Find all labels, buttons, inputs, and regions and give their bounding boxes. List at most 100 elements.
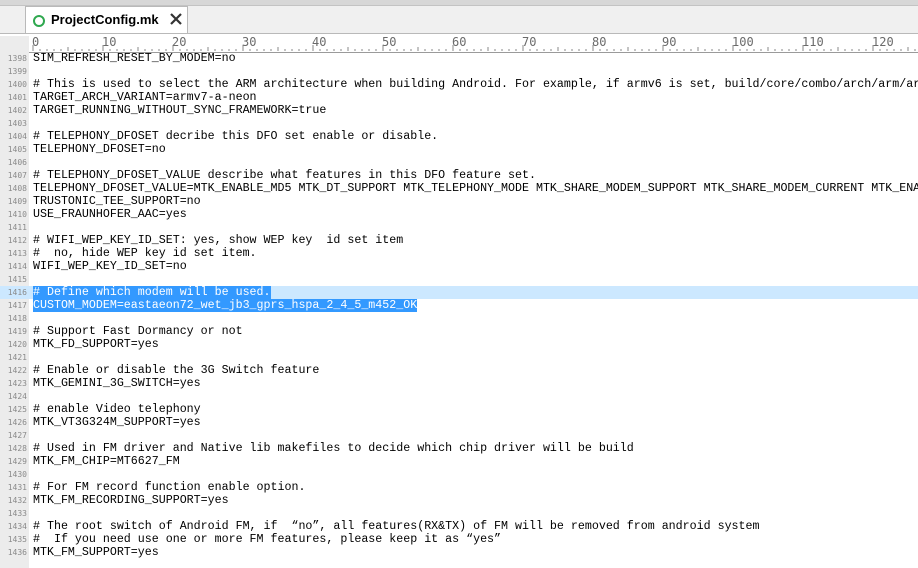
code-line[interactable]: 1427 [0, 429, 918, 442]
line-number: 1415 [7, 275, 27, 284]
ruler-label: 100 [732, 35, 754, 49]
ruler-label: 80 [592, 35, 607, 49]
code-text: # Support Fast Dormancy or not [33, 325, 243, 338]
code-text: TELEPHONY_DFOSET_VALUE=MTK_ENABLE_MD5 MT… [33, 182, 918, 195]
ruler-ticks [32, 45, 916, 51]
code-text: TARGET_RUNNING_WITHOUT_SYNC_FRAMEWORK=tr… [33, 104, 327, 117]
code-line[interactable]: 1404 # TELEPHONY_DFOSET decribe this DFO … [0, 130, 918, 143]
code-text: # The root switch of Android FM, if “no”… [33, 520, 760, 533]
code-text: MTK_GEMINI_3G_SWITCH=yes [33, 377, 201, 390]
code-line[interactable]: 1430 [0, 468, 918, 481]
line-number: 1399 [7, 67, 27, 76]
code-text: TARGET_ARCH_VARIANT=armv7-a-neon [33, 91, 257, 104]
ruler-label: 120 [872, 35, 894, 49]
line-number: 1408 [7, 184, 27, 193]
code-text: WIFI_WEP_KEY_ID_SET=no [33, 260, 187, 273]
line-number: 1412 [7, 236, 27, 245]
code-line[interactable]: 1408 TELEPHONY_DFOSET_VALUE=MTK_ENABLE_MD… [0, 182, 918, 195]
code-line[interactable]: 1399 [0, 65, 918, 78]
code-line[interactable]: 1433 [0, 507, 918, 520]
code-text: # no, hide WEP key id set item. [33, 247, 257, 260]
ruler-label: 20 [172, 35, 187, 49]
code-line[interactable]: 1429 MTK_FM_CHIP=MT6627_FM [0, 455, 918, 468]
code-line[interactable]: 1421 [0, 351, 918, 364]
code-line[interactable]: 1413 # no, hide WEP key id set item. [0, 247, 918, 260]
code-line[interactable]: 1426 MTK_VT3G324M_SUPPORT=yes [0, 416, 918, 429]
code-text: TELEPHONY_DFOSET=no [33, 143, 166, 156]
saved-indicator-icon [33, 15, 45, 27]
line-number: 1409 [7, 197, 27, 206]
selected-text: # Define which modem will be used. [33, 286, 271, 299]
code-line[interactable]: 1425 # enable Video telephony [0, 403, 918, 416]
selected-text: CUSTOM_MODEM=eastaeon72_wet_jb3_gprs_hsp… [33, 299, 418, 312]
code-line[interactable]: 1418 [0, 312, 918, 325]
ruler-label: 70 [522, 35, 537, 49]
code-line[interactable]: 1401 TARGET_ARCH_VARIANT=armv7-a-neon [0, 91, 918, 104]
code-line[interactable]: 1432 MTK_FM_RECORDING_SUPPORT=yes [0, 494, 918, 507]
code-line[interactable]: 1407 # TELEPHONY_DFOSET_VALUE describe wh… [0, 169, 918, 182]
code-line[interactable]: 1402 TARGET_RUNNING_WITHOUT_SYNC_FRAMEWOR… [0, 104, 918, 117]
line-number: 1430 [7, 470, 27, 479]
code-text: SIM_REFRESH_RESET_BY_MODEM=no [33, 52, 236, 65]
line-number: 1422 [7, 366, 27, 375]
line-number: 1428 [7, 444, 27, 453]
code-line[interactable]: 1414 WIFI_WEP_KEY_ID_SET=no [0, 260, 918, 273]
ruler-label: 60 [452, 35, 467, 49]
line-number: 1423 [7, 379, 27, 388]
close-icon[interactable] [167, 10, 185, 28]
line-number: 1425 [7, 405, 27, 414]
code-line[interactable]: 1419 # Support Fast Dormancy or not [0, 325, 918, 338]
line-number: 1407 [7, 171, 27, 180]
code-line[interactable]: 1412 # WIFI_WEP_KEY_ID_SET: yes, show WEP… [0, 234, 918, 247]
code-line[interactable]: 1420 MTK_FD_SUPPORT=yes [0, 338, 918, 351]
editor-text-area[interactable]: 1398 SIM_REFRESH_RESET_BY_MODEM=no 1399 140… [0, 52, 918, 568]
line-number: 1420 [7, 340, 27, 349]
ruler-label: 90 [662, 35, 677, 49]
code-line[interactable]: 1405 TELEPHONY_DFOSET=no [0, 143, 918, 156]
code-text: # Used in FM driver and Native lib makef… [33, 442, 634, 455]
code-text: # This is used to select the ARM archite… [33, 78, 918, 91]
code-text: MTK_FM_RECORDING_SUPPORT=yes [33, 494, 229, 507]
tab-projectconfig[interactable]: ProjectConfig.mk [25, 6, 188, 33]
line-number: 1413 [7, 249, 27, 258]
line-number: 1435 [7, 535, 27, 544]
code-line[interactable]: 1435 # If you need use one or more FM fea… [0, 533, 918, 546]
ruler-label: 110 [802, 35, 824, 49]
code-line[interactable]: 1398 SIM_REFRESH_RESET_BY_MODEM=no [0, 52, 918, 65]
code-line[interactable]: 1415 [0, 273, 918, 286]
code-text: MTK_VT3G324M_SUPPORT=yes [33, 416, 201, 429]
code-line[interactable]: 1434 # The root switch of Android FM, if … [0, 520, 918, 533]
line-number: 1410 [7, 210, 27, 219]
code-text: # TELEPHONY_DFOSET decribe this DFO set … [33, 130, 439, 143]
line-number: 1431 [7, 483, 27, 492]
line-number: 1417 [7, 301, 27, 310]
code-line[interactable]: 1422 # Enable or disable the 3G Switch fe… [0, 364, 918, 377]
code-text: # Enable or disable the 3G Switch featur… [33, 364, 320, 377]
code-line[interactable]: 1403 [0, 117, 918, 130]
ruler-label: 0 [32, 35, 40, 49]
code-line[interactable]: 1406 [0, 156, 918, 169]
code-text: TRUSTONIC_TEE_SUPPORT=no [33, 195, 201, 208]
code-line[interactable]: 1410 USE_FRAUNHOFER_AAC=yes [0, 208, 918, 221]
line-number: 1398 [7, 54, 27, 63]
line-number: 1411 [7, 223, 27, 232]
code-text: # enable Video telephony [33, 403, 201, 416]
line-number: 1401 [7, 93, 27, 102]
code-text: # TELEPHONY_DFOSET_VALUE describe what f… [33, 169, 536, 182]
code-line[interactable]: 1417 CUSTOM_MODEM=eastaeon72_wet_jb3_gprs… [0, 299, 918, 312]
code-line[interactable]: 1416 # Define which modem will be used. [0, 286, 918, 299]
code-line[interactable]: 1428 # Used in FM driver and Native lib m… [0, 442, 918, 455]
code-line[interactable]: 1400 # This is used to select the ARM arc… [0, 78, 918, 91]
code-line[interactable]: 1431 # For FM record function enable opti… [0, 481, 918, 494]
ruler-label: 30 [242, 35, 257, 49]
code-line[interactable]: 1436 MTK_FM_SUPPORT=yes [0, 546, 918, 559]
code-line[interactable]: 1423 MTK_GEMINI_3G_SWITCH=yes [0, 377, 918, 390]
line-number: 1436 [7, 548, 27, 557]
tab-label: ProjectConfig.mk [51, 12, 159, 27]
line-number: 1419 [7, 327, 27, 336]
code-line[interactable]: 1409 TRUSTONIC_TEE_SUPPORT=no [0, 195, 918, 208]
line-number: 1421 [7, 353, 27, 362]
code-text: # If you need use one or more FM feature… [33, 533, 502, 546]
code-line[interactable]: 1424 [0, 390, 918, 403]
code-line[interactable]: 1411 [0, 221, 918, 234]
